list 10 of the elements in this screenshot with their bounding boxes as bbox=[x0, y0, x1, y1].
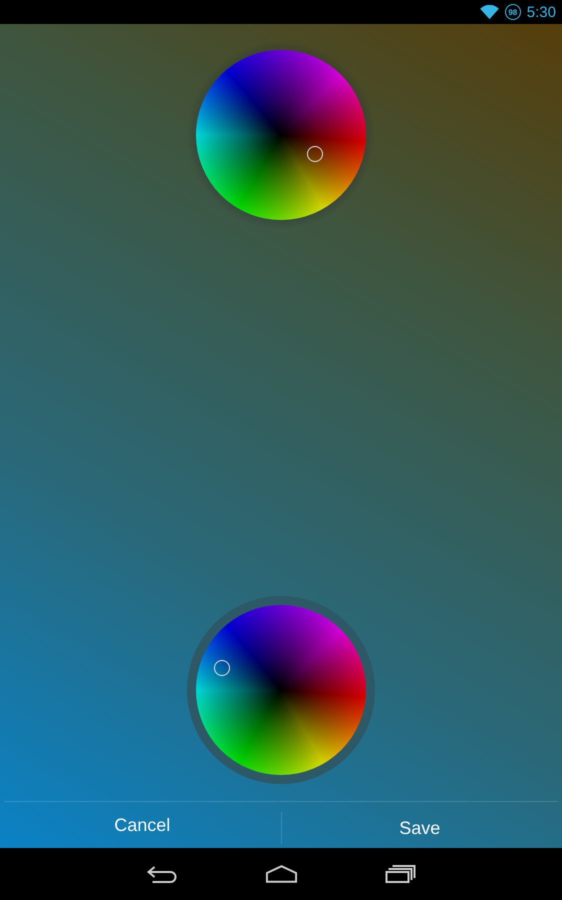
wifi-icon bbox=[480, 4, 499, 20]
wheel-handle[interactable] bbox=[214, 660, 230, 676]
wheel-handle[interactable] bbox=[307, 146, 323, 162]
back-icon[interactable] bbox=[146, 865, 178, 883]
save-button[interactable]: Save bbox=[280, 812, 558, 844]
home-icon[interactable] bbox=[264, 865, 298, 883]
recent-apps-icon[interactable] bbox=[384, 865, 416, 883]
clock: 5:30 bbox=[526, 4, 556, 20]
cancel-button[interactable]: Cancel bbox=[4, 802, 280, 848]
battery-indicator: 98 bbox=[504, 4, 521, 20]
